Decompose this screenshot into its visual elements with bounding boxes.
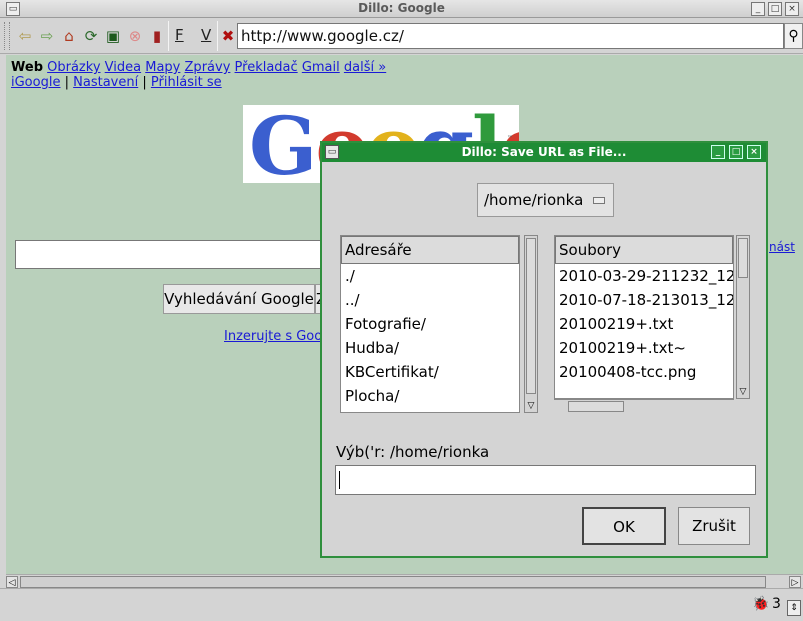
- url-input[interactable]: http://www.google.cz/: [237, 23, 784, 49]
- dir-item[interactable]: KBCertifikat/: [341, 360, 519, 384]
- ok-button[interactable]: OK: [582, 507, 666, 545]
- cancel-button[interactable]: Zrušit: [678, 507, 750, 545]
- directories-list[interactable]: Adresáře ./ ../ Fotografie/ Hudba/ KBCer…: [340, 235, 520, 413]
- clear-url-icon[interactable]: ✖: [219, 27, 237, 45]
- advertise-link[interactable]: Inzerujte s Goog: [224, 329, 330, 344]
- nav-link-igoogle[interactable]: iGoogle: [11, 75, 60, 90]
- dialog-title: Dillo: Save URL as File...: [461, 145, 627, 159]
- dir-item[interactable]: Hudba/: [341, 336, 519, 360]
- filename-input[interactable]: [335, 465, 756, 495]
- file-item[interactable]: 2010-07-18-213013_12: [555, 288, 733, 312]
- nav-link-more[interactable]: další »: [344, 60, 386, 75]
- dialog-minimize-icon[interactable]: _: [711, 145, 725, 159]
- maximize-icon[interactable]: □: [768, 2, 782, 16]
- path-dropdown[interactable]: /home/rionka: [477, 183, 614, 217]
- file-item[interactable]: 20100408-tcc.png: [555, 360, 733, 384]
- toolbar-handle[interactable]: [4, 22, 10, 50]
- nav-link-signin[interactable]: Přihlásit se: [151, 75, 222, 90]
- window-title: Dillo: Google: [358, 1, 445, 15]
- nav-divider: |: [64, 75, 69, 90]
- view-menu-button[interactable]: V: [201, 26, 211, 44]
- google-search-button[interactable]: Vyhledávání Google: [163, 284, 315, 314]
- directories-scroll-thumb[interactable]: [526, 238, 536, 394]
- toolbar-separator: [217, 21, 218, 51]
- reload-icon[interactable]: ⟳: [82, 27, 100, 45]
- settings-side-link[interactable]: nást: [769, 240, 795, 254]
- dir-item[interactable]: Fotografie/: [341, 312, 519, 336]
- nav-link-videos[interactable]: Videa: [105, 60, 141, 75]
- selection-label: Výb('r: /home/rionka: [336, 443, 490, 461]
- path-dropdown-value: /home/rionka: [484, 191, 584, 209]
- window-titlebar: ▭ Dillo: Google _ □ ×: [0, 0, 803, 18]
- file-menu-button[interactable]: F: [175, 26, 184, 44]
- nav-link-settings[interactable]: Nastavení: [73, 75, 138, 90]
- dropdown-indicator-icon: [593, 197, 605, 204]
- user-nav: iGoogle | Nastavení | Přihlásit se: [11, 75, 222, 90]
- bug-meter-icon[interactable]: 🐞: [752, 596, 769, 612]
- scroll-left-icon[interactable]: ◁: [6, 576, 18, 588]
- status-bar: 🐞 3 ⇕: [0, 588, 803, 621]
- file-item[interactable]: 20100219+.txt~: [555, 336, 733, 360]
- top-nav: Web Obrázky Videa Mapy Zprávy Překladač …: [11, 60, 386, 75]
- files-hscroll-thumb[interactable]: [568, 401, 624, 412]
- directories-header: Adresáře: [341, 236, 519, 264]
- files-list[interactable]: Soubory 2010-03-29-211232_12 2010-07-18-…: [554, 235, 734, 399]
- text-caret: [339, 471, 340, 489]
- stop-icon[interactable]: ⊗: [126, 27, 144, 45]
- file-item[interactable]: 20100219+.txt: [555, 312, 733, 336]
- page-horizontal-scrollbar[interactable]: ◁ ▷: [6, 574, 803, 588]
- bug-count: 3: [772, 596, 781, 612]
- dialog-maximize-icon[interactable]: □: [729, 145, 743, 159]
- nav-web: Web: [11, 60, 43, 75]
- nav-link-images[interactable]: Obrázky: [47, 60, 100, 75]
- nav-link-news[interactable]: Zprávy: [185, 60, 231, 75]
- dialog-titlebar: ▭ Dillo: Save URL as File... _ □ ×: [322, 143, 766, 162]
- save-url-dialog: ▭ Dillo: Save URL as File... _ □ × /home…: [320, 141, 768, 558]
- scroll-down-icon[interactable]: ▽: [525, 400, 537, 412]
- logo-letter: G: [249, 105, 317, 183]
- nav-divider: |: [142, 75, 147, 90]
- files-header: Soubory: [555, 236, 733, 264]
- nav-link-translate[interactable]: Překladač: [235, 60, 298, 75]
- dir-item[interactable]: ./: [341, 264, 519, 288]
- toolbar-separator: [168, 21, 169, 51]
- home-icon[interactable]: ⌂: [60, 27, 78, 45]
- scroll-thumb[interactable]: [20, 576, 766, 588]
- dir-item[interactable]: ../: [341, 288, 519, 312]
- file-item[interactable]: 2010-03-29-211232_12: [555, 264, 733, 288]
- files-scrollbar[interactable]: ▽: [736, 235, 750, 399]
- forward-icon[interactable]: ⇨: [38, 27, 56, 45]
- save-icon[interactable]: ▣: [104, 27, 122, 45]
- search-icon[interactable]: ⚲: [784, 23, 803, 49]
- bookmarks-icon[interactable]: ▮: [148, 27, 166, 45]
- dir-item[interactable]: Plocha/: [341, 384, 519, 408]
- directories-scrollbar[interactable]: ▽: [524, 235, 538, 413]
- files-scroll-thumb[interactable]: [738, 238, 748, 278]
- dialog-close-icon[interactable]: ×: [747, 145, 761, 159]
- minimize-icon[interactable]: _: [751, 2, 765, 16]
- toolbar: ⇦ ⇨ ⌂ ⟳ ▣ ⊗ ▮ F V ✖ http://www.google.cz…: [0, 18, 803, 54]
- close-icon[interactable]: ×: [785, 2, 799, 16]
- nav-link-maps[interactable]: Mapy: [145, 60, 180, 75]
- scroll-right-icon[interactable]: ▷: [789, 576, 801, 588]
- files-horizontal-scrollbar[interactable]: [554, 399, 734, 413]
- back-icon[interactable]: ⇦: [16, 27, 34, 45]
- search-query-input[interactable]: [15, 240, 325, 269]
- fullscreen-toggle-icon[interactable]: ⇕: [787, 600, 801, 616]
- nav-link-gmail[interactable]: Gmail: [302, 60, 340, 75]
- scroll-down-icon[interactable]: ▽: [737, 386, 749, 398]
